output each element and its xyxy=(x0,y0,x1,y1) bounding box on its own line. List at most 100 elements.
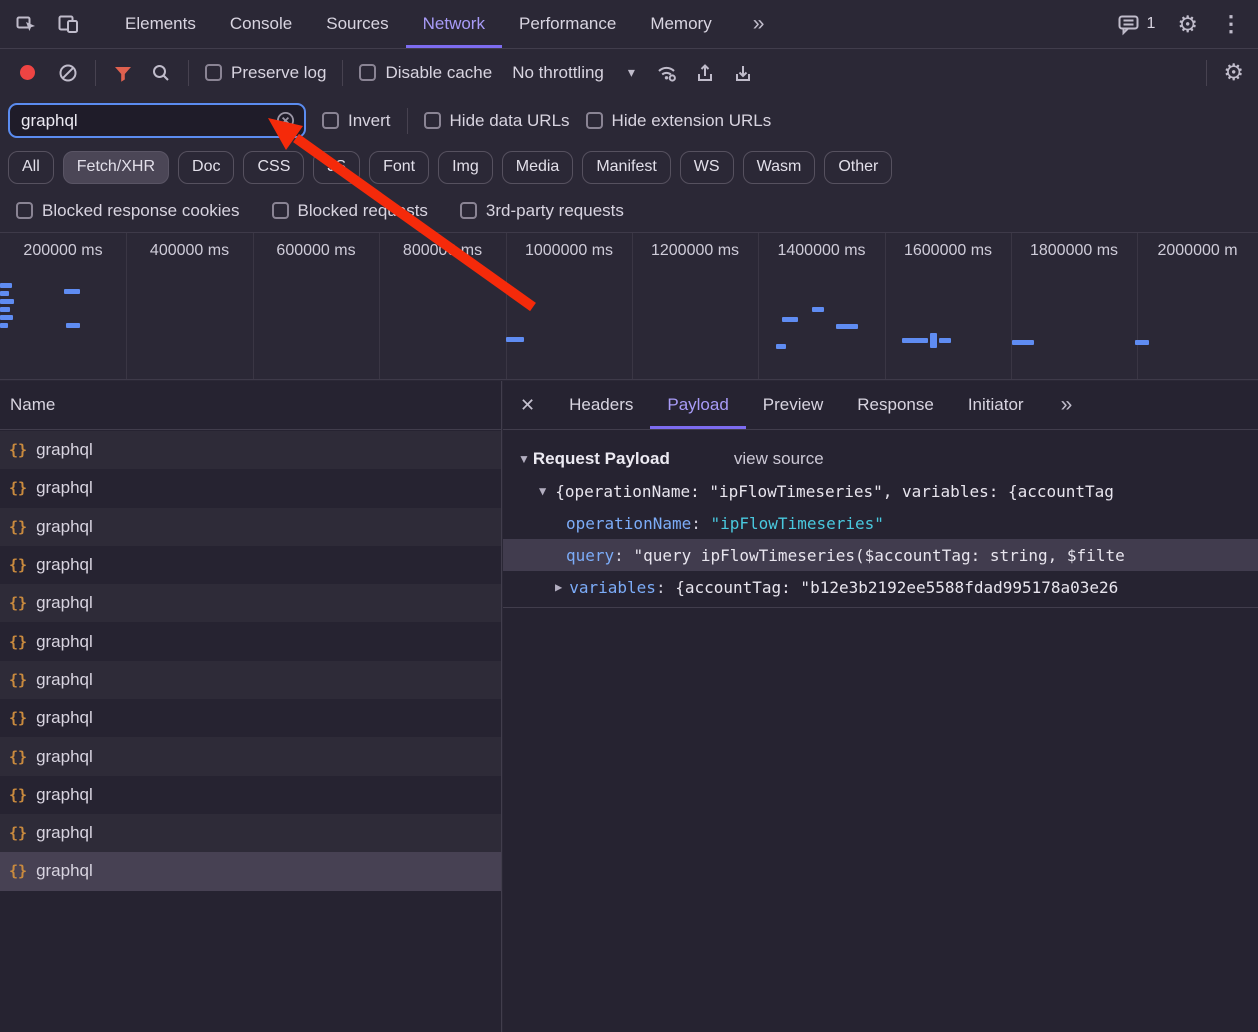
detail-tab-preview[interactable]: Preview xyxy=(746,381,840,429)
detail-tab-headers[interactable]: Headers xyxy=(552,381,650,429)
request-timing-bar[interactable] xyxy=(782,317,798,322)
close-detail-icon[interactable]: ✕ xyxy=(503,381,552,429)
network-conditions-icon[interactable] xyxy=(655,61,678,84)
option-blocked-requests-checkbox[interactable] xyxy=(272,202,289,219)
request-row[interactable]: {}graphql xyxy=(0,661,501,699)
timeline-overview[interactable]: 200000 ms400000 ms600000 ms800000 ms1000… xyxy=(0,233,1258,380)
filter-input[interactable]: graphql xyxy=(8,103,306,138)
chip-other[interactable]: Other xyxy=(824,151,892,184)
payload-entry-query[interactable]: query: "query ipFlowTimeseries($accountT… xyxy=(503,539,1258,571)
disclosure-right-icon[interactable]: ▶ xyxy=(555,580,562,594)
requests-name-column-header[interactable]: Name xyxy=(0,381,501,430)
tab-elements[interactable]: Elements xyxy=(108,0,213,48)
tab-console[interactable]: Console xyxy=(213,0,309,48)
chip-wasm[interactable]: Wasm xyxy=(743,151,816,184)
chip-all[interactable]: All xyxy=(8,151,54,184)
search-icon[interactable] xyxy=(150,62,172,84)
request-timing-bar[interactable] xyxy=(0,315,13,320)
chip-doc[interactable]: Doc xyxy=(178,151,234,184)
hide-data-urls-checkbox[interactable] xyxy=(424,112,441,129)
hide-data-urls-toggle[interactable]: Hide data URLs xyxy=(424,111,570,131)
chip-js[interactable]: JS xyxy=(313,151,360,184)
disable-cache-toggle[interactable]: Disable cache xyxy=(359,63,492,83)
more-panels-icon[interactable]: » xyxy=(747,12,771,36)
chip-manifest[interactable]: Manifest xyxy=(582,151,670,184)
request-row[interactable]: {}graphql xyxy=(0,776,501,814)
chip-font[interactable]: Font xyxy=(369,151,429,184)
request-timing-bar[interactable] xyxy=(0,291,9,296)
record-network-log-button[interactable] xyxy=(20,65,35,80)
clear-filter-icon[interactable] xyxy=(276,111,295,130)
payload-entry-variables[interactable]: ▶variables: {accountTag: "b12e3b2192ee55… xyxy=(503,571,1258,603)
request-timing-bar[interactable] xyxy=(812,307,824,312)
tab-memory[interactable]: Memory xyxy=(633,0,728,48)
request-row[interactable]: {}graphql xyxy=(0,737,501,775)
chip-media[interactable]: Media xyxy=(502,151,574,184)
import-har-icon[interactable] xyxy=(694,62,716,84)
invert-checkbox[interactable] xyxy=(322,112,339,129)
disable-cache-checkbox[interactable] xyxy=(359,64,376,81)
disclosure-down-icon[interactable]: ▼ xyxy=(539,484,546,498)
throttling-select[interactable]: No throttling ▾ xyxy=(508,63,639,83)
option-blocked-requests-toggle[interactable]: Blocked requests xyxy=(272,201,428,221)
request-timing-bar[interactable] xyxy=(939,338,951,343)
tab-network[interactable]: Network xyxy=(406,0,502,48)
request-timing-bar[interactable] xyxy=(930,333,937,348)
request-row[interactable]: {}graphql xyxy=(0,814,501,852)
request-timing-bar[interactable] xyxy=(64,289,80,294)
request-row[interactable]: {}graphql xyxy=(0,622,501,660)
request-timing-bar[interactable] xyxy=(1012,340,1034,345)
request-timing-bar[interactable] xyxy=(66,323,80,328)
chip-css[interactable]: CSS xyxy=(243,151,304,184)
detail-tab-payload[interactable]: Payload xyxy=(650,381,745,429)
more-detail-tabs-icon[interactable]: » xyxy=(1055,393,1079,417)
request-row[interactable]: {}graphql xyxy=(0,431,501,469)
console-messages-icon[interactable]: 1 xyxy=(1117,13,1155,36)
preserve-log-toggle[interactable]: Preserve log xyxy=(205,63,326,83)
request-timing-bar[interactable] xyxy=(0,283,12,288)
export-har-icon[interactable] xyxy=(732,62,754,84)
option-3rd-party-requests-checkbox[interactable] xyxy=(460,202,477,219)
request-row[interactable]: {}graphql xyxy=(0,508,501,546)
request-timing-bar[interactable] xyxy=(1135,340,1149,345)
request-row[interactable]: {}graphql xyxy=(0,546,501,584)
request-row[interactable]: {}graphql xyxy=(0,699,501,737)
script-braces-icon: {} xyxy=(9,671,27,689)
filter-funnel-icon[interactable] xyxy=(112,62,134,84)
view-source-link[interactable]: view source xyxy=(734,449,824,469)
request-timing-bar[interactable] xyxy=(0,323,8,328)
request-timing-bar[interactable] xyxy=(0,299,14,304)
disclosure-down-icon[interactable]: ▼ xyxy=(518,452,530,466)
payload-object-preview[interactable]: ▼ {operationName: "ipFlowTimeseries", va… xyxy=(503,475,1258,507)
payload-entry-operationname[interactable]: operationName: "ipFlowTimeseries" xyxy=(503,507,1258,539)
chip-ws[interactable]: WS xyxy=(680,151,734,184)
request-row[interactable]: {}graphql xyxy=(0,584,501,622)
request-payload-section-header[interactable]: ▼ Request Payload view source xyxy=(503,442,1258,475)
request-timing-bar[interactable] xyxy=(0,307,10,312)
request-timing-bar[interactable] xyxy=(902,338,928,343)
chip-fetch-xhr[interactable]: Fetch/XHR xyxy=(63,151,169,184)
option-blocked-response-cookies-toggle[interactable]: Blocked response cookies xyxy=(16,201,240,221)
option-3rd-party-requests-toggle[interactable]: 3rd-party requests xyxy=(460,201,624,221)
inspect-element-icon[interactable] xyxy=(14,12,38,36)
clear-network-log-icon[interactable] xyxy=(57,62,79,84)
chip-img[interactable]: Img xyxy=(438,151,493,184)
hide-extension-urls-toggle[interactable]: Hide extension URLs xyxy=(586,111,772,131)
request-timing-bar[interactable] xyxy=(776,344,786,349)
detail-tab-initiator[interactable]: Initiator xyxy=(951,381,1041,429)
tab-performance[interactable]: Performance xyxy=(502,0,633,48)
request-row[interactable]: {}graphql xyxy=(0,852,501,890)
request-timing-bar[interactable] xyxy=(836,324,858,329)
request-timing-bar[interactable] xyxy=(506,337,524,342)
network-settings-gear-icon[interactable]: ⚙ xyxy=(1223,59,1244,86)
option-blocked-response-cookies-checkbox[interactable] xyxy=(16,202,33,219)
settings-gear-icon[interactable]: ⚙ xyxy=(1177,11,1198,38)
kebab-menu-icon[interactable]: ⋮ xyxy=(1220,11,1242,37)
invert-toggle[interactable]: Invert xyxy=(322,111,391,131)
detail-tab-response[interactable]: Response xyxy=(840,381,951,429)
device-toolbar-icon[interactable] xyxy=(56,12,80,36)
preserve-log-checkbox[interactable] xyxy=(205,64,222,81)
hide-extension-urls-checkbox[interactable] xyxy=(586,112,603,129)
tab-sources[interactable]: Sources xyxy=(309,0,405,48)
request-row[interactable]: {}graphql xyxy=(0,469,501,507)
